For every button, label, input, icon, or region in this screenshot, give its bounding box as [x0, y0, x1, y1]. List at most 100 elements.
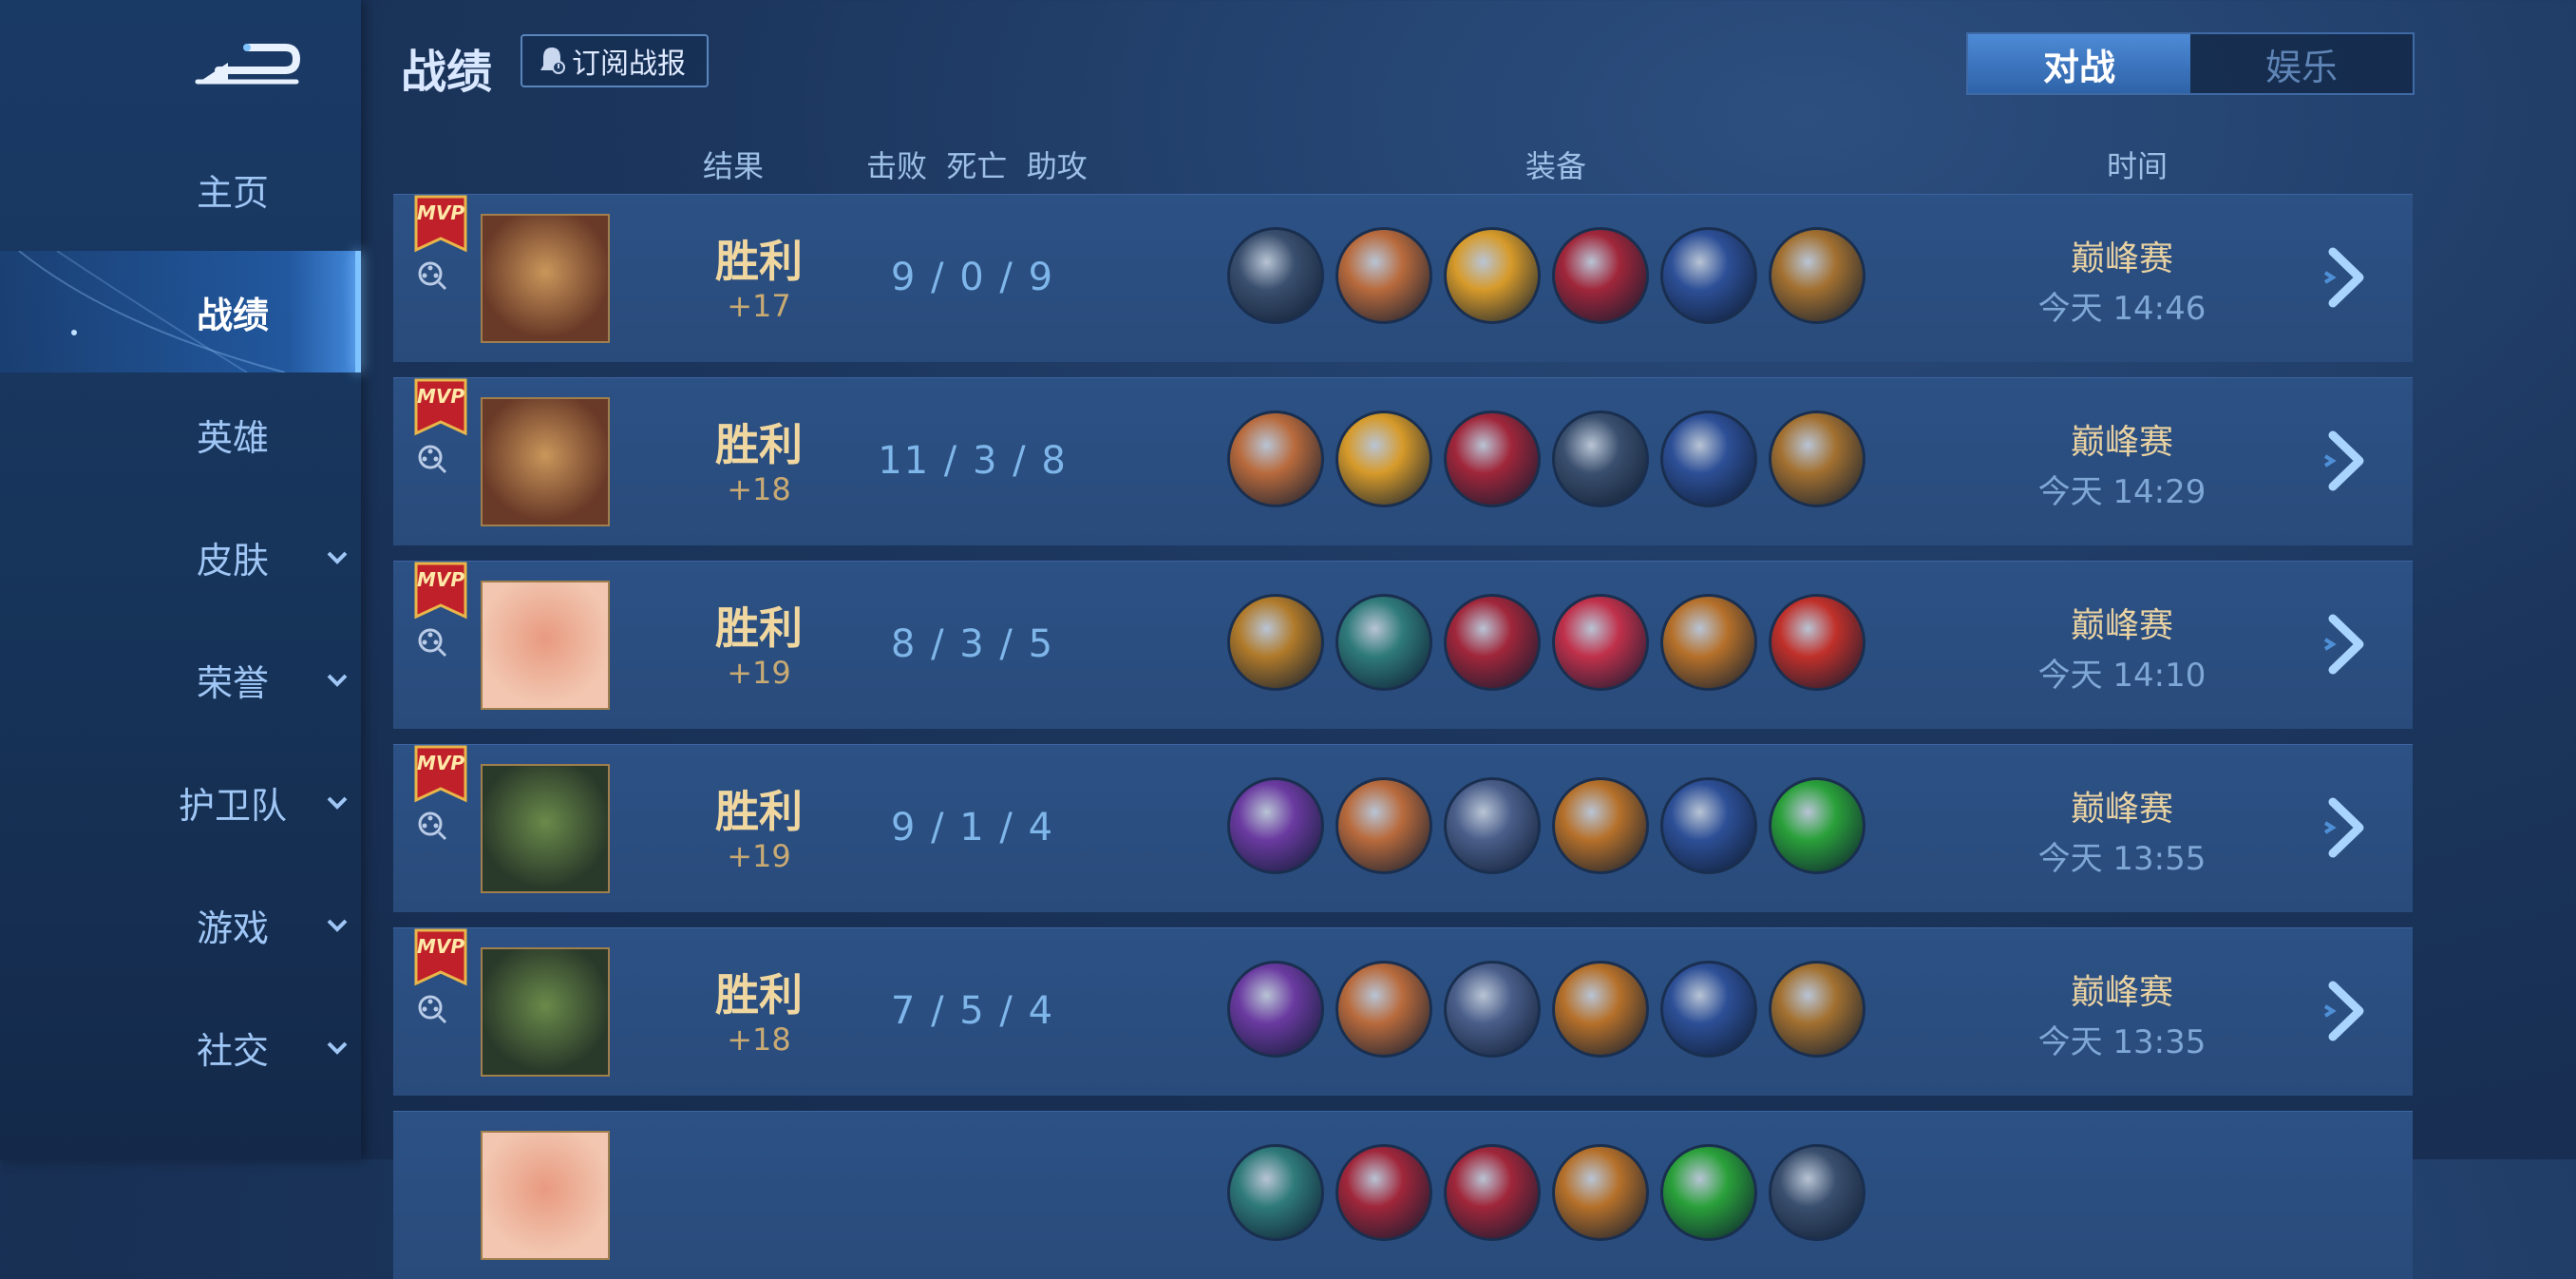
equipment-item-icon: [1335, 777, 1432, 874]
back-arrow-icon[interactable]: [190, 29, 304, 95]
sidebar-item-social[interactable]: 社交: [0, 986, 361, 1108]
match-row[interactable]: [393, 1111, 2413, 1279]
equipment-item-icon: [1227, 1144, 1324, 1241]
subscribe-label: 订阅战报: [572, 48, 686, 81]
sidebar-item-label: 荣誉: [196, 661, 269, 704]
equipment-item-icon: [1660, 777, 1757, 874]
hero-portrait: [481, 214, 610, 343]
subscribe-report-button[interactable]: 订阅战报: [521, 34, 709, 87]
equipment-item-icon: [1444, 777, 1541, 874]
replay-icon[interactable]: [416, 259, 448, 292]
match-mode: 巅峰赛: [2070, 790, 2173, 829]
equipment-item-icon: [1769, 594, 1866, 691]
column-header-kda: 击败 死亡 助攻: [866, 148, 1088, 184]
replay-icon[interactable]: [416, 443, 448, 475]
chevron-right-icon[interactable]: [2320, 611, 2377, 678]
equipment-item-icon: [1552, 777, 1649, 874]
equipment-item-icon: [1444, 961, 1541, 1058]
equipment-item-icon: [1227, 227, 1324, 324]
sidebar-item-home[interactable]: 主页: [0, 128, 361, 250]
equipment-item-icon: [1552, 1144, 1649, 1241]
chevron-right-icon[interactable]: [2320, 244, 2377, 311]
replay-icon[interactable]: [416, 993, 448, 1025]
sidebar-item-label: 游戏: [196, 907, 269, 949]
equipment-item-icon: [1552, 227, 1649, 324]
equipment-item-icon: [1552, 594, 1649, 691]
match-time: 今天 14:46: [2037, 290, 2207, 328]
mvp-text: MVP: [417, 935, 464, 958]
hero-portrait: [481, 397, 610, 526]
page-title: 战绩: [401, 46, 493, 99]
kda-stats: 9 / 1 / 4: [890, 806, 1055, 849]
hero-portrait: [481, 947, 610, 1077]
sidebar: 主页 战绩 英雄 皮肤 荣誉 护卫队 游戏 社交: [0, 0, 361, 1159]
match-time: 今天 14:29: [2037, 473, 2207, 511]
bell-icon: [540, 48, 565, 74]
mvp-badge-icon: MVP: [414, 195, 467, 253]
equipment-item-icon: [1227, 410, 1324, 507]
equipment-list: [1227, 1144, 1866, 1241]
chevron-right-icon[interactable]: [2320, 794, 2377, 861]
tab-battle[interactable]: 对战: [1968, 34, 2190, 93]
hero-portrait: [481, 1131, 610, 1260]
equipment-item-icon: [1769, 961, 1866, 1058]
match-time: 今天 13:35: [2037, 1023, 2207, 1061]
mvp-text: MVP: [417, 752, 464, 774]
replay-icon[interactable]: [416, 626, 448, 659]
mvp-badge-icon: MVP: [414, 745, 467, 803]
equipment-list: [1227, 227, 1866, 324]
column-header-items: 装备: [1525, 148, 1587, 184]
hero-portrait: [481, 764, 610, 893]
chevron-down-icon: [327, 919, 348, 932]
equipment-item-icon: [1227, 961, 1324, 1058]
kda-stats: 11 / 3 / 8: [878, 439, 1068, 483]
chevron-right-icon[interactable]: [2320, 428, 2377, 494]
equipment-list: [1227, 777, 1866, 874]
chevron-down-icon: [327, 1041, 348, 1055]
sidebar-item-records[interactable]: 战绩: [0, 251, 361, 372]
replay-icon[interactable]: [416, 810, 448, 842]
equipment-item-icon: [1660, 410, 1757, 507]
sidebar-item-honor[interactable]: 荣誉: [0, 619, 361, 740]
equipment-list: [1227, 961, 1866, 1058]
equipment-item-icon: [1660, 1144, 1757, 1241]
kda-stats: 8 / 3 / 5: [890, 622, 1055, 666]
equipment-item-icon: [1444, 594, 1541, 691]
mvp-text: MVP: [417, 385, 464, 408]
mode-tabs: 对战 娱乐: [1966, 32, 2415, 95]
sidebar-item-skins[interactable]: 皮肤: [0, 496, 361, 618]
column-header-time: 时间: [2107, 148, 2169, 184]
equipment-item-icon: [1552, 410, 1649, 507]
match-row[interactable]: MVP 胜利 +17 9 / 0 / 9 巅峰赛 今天 14:46: [393, 194, 2413, 362]
chevron-right-icon[interactable]: [2320, 978, 2377, 1044]
match-time: 今天 13:55: [2037, 840, 2207, 878]
equipment-item-icon: [1444, 410, 1541, 507]
equipment-item-icon: [1444, 227, 1541, 324]
hero-portrait: [481, 581, 610, 710]
chevron-down-icon: [327, 796, 348, 810]
equipment-item-icon: [1769, 1144, 1866, 1241]
match-mode: 巅峰赛: [2070, 239, 2173, 278]
sidebar-item-label: 护卫队: [178, 784, 287, 827]
chevron-down-icon: [327, 674, 348, 687]
match-row[interactable]: MVP 胜利 +18 7 / 5 / 4 巅峰赛 今天 13:35: [393, 927, 2413, 1096]
sidebar-item-label: 皮肤: [196, 539, 269, 582]
match-row[interactable]: MVP 胜利 +18 11 / 3 / 8 巅峰赛 今天 14:29: [393, 377, 2413, 545]
equipment-list: [1227, 410, 1866, 507]
equipment-item-icon: [1335, 410, 1432, 507]
match-mode: 巅峰赛: [2070, 973, 2173, 1012]
sidebar-item-heroes[interactable]: 英雄: [0, 373, 361, 495]
sidebar-item-label: 社交: [196, 1029, 269, 1072]
mvp-badge-icon: MVP: [414, 562, 467, 620]
kda-stats: 7 / 5 / 4: [890, 989, 1055, 1033]
tab-entertainment[interactable]: 娱乐: [2190, 34, 2413, 93]
equipment-item-icon: [1227, 594, 1324, 691]
sidebar-item-games[interactable]: 游戏: [0, 864, 361, 985]
equipment-item-icon: [1660, 594, 1757, 691]
match-time: 今天 14:10: [2037, 657, 2207, 695]
match-row[interactable]: MVP 胜利 +19 9 / 1 / 4 巅峰赛 今天 13:55: [393, 744, 2413, 912]
match-row[interactable]: MVP 胜利 +19 8 / 3 / 5 巅峰赛 今天 14:10: [393, 561, 2413, 729]
sidebar-item-guard[interactable]: 护卫队: [0, 741, 361, 863]
mvp-text: MVP: [417, 201, 464, 224]
equipment-item-icon: [1335, 594, 1432, 691]
